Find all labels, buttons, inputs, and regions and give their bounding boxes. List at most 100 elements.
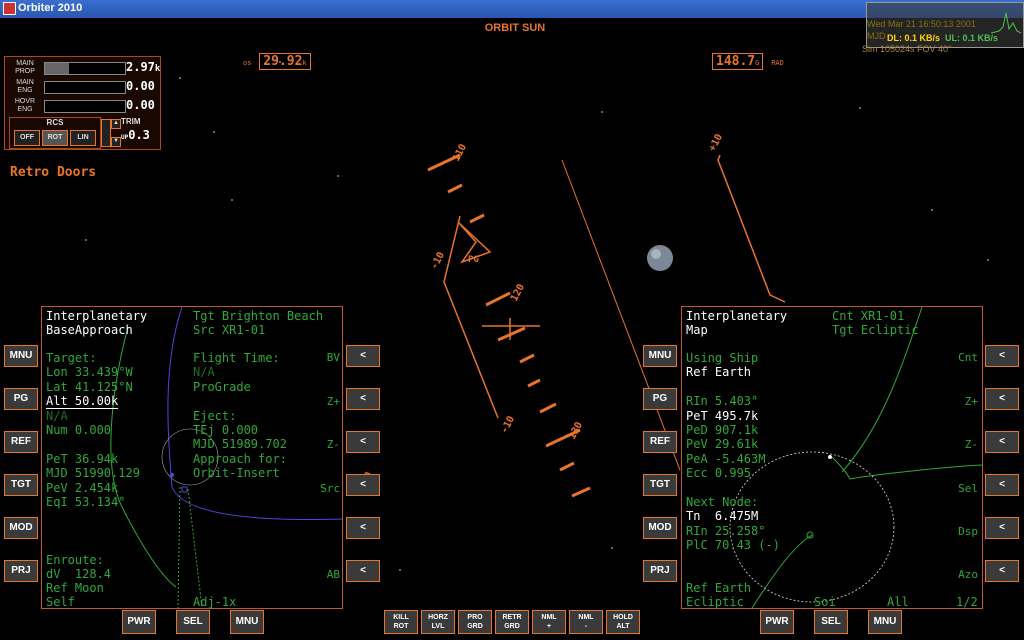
right-mfd-tgt-button[interactable]: TGT	[643, 474, 677, 496]
left-mfd-mnu-button[interactable]: MNU	[4, 345, 38, 367]
ladder-label: 110	[451, 142, 469, 163]
left-mfd-sel-button[interactable]: SEL	[176, 610, 210, 634]
trim-control: ▲ ▼ TRIM UP0.3	[101, 117, 157, 147]
autopilot-retr-grd-button[interactable]: RETR GRD	[495, 610, 529, 634]
ladder-bar	[447, 183, 463, 194]
right-mfd-softkey-6[interactable]: <	[985, 560, 1019, 582]
ladder-bar	[469, 213, 485, 224]
right-mfd-param-line: Tn 6.475M	[686, 509, 759, 524]
left-mfd-softkey-3[interactable]: <	[346, 431, 380, 453]
left-mfd-target-line: Lat 41.125°N	[46, 379, 133, 394]
network-overlay: Wed Mar 21 16:50:13 2001 MJD DL: 0.1 KB/…	[866, 2, 1024, 48]
right-mfd-ref-button[interactable]: REF	[643, 431, 677, 453]
right-mfd-param-line: PeA -5.463M	[686, 451, 766, 466]
left-mfd-mod-button[interactable]: MOD	[4, 517, 38, 539]
left-mfd-target-line: Alt 50.00k	[46, 394, 119, 410]
autopilot-pro-grd-button[interactable]: PRO GRD	[458, 610, 492, 634]
left-mfd-target-line: N/A	[46, 408, 68, 423]
right-mfd-softkey-5[interactable]: <	[985, 517, 1019, 539]
left-mfd-target-line: EqI 53.134°	[46, 495, 126, 509]
left-mfd-ref-button[interactable]: REF	[4, 431, 38, 453]
trim-slider[interactable]	[101, 119, 111, 147]
hud-mode-label: ORBIT SUN	[484, 22, 546, 34]
right-mfd-param-line: RIn 5.403°	[686, 394, 759, 409]
ladder-bar	[519, 353, 535, 364]
right-mfd-param-line: PeV 29.61k	[686, 437, 759, 452]
main-prop-row: MAIN PROP 2.97k	[15, 60, 161, 75]
right-mfd-softkey-2[interactable]: <	[985, 388, 1019, 410]
right-mfd: Interplanetary Map Cnt XR1-01 Tgt Eclipt…	[681, 306, 983, 609]
left-mfd-softkey-5[interactable]: <	[346, 517, 380, 539]
right-mfd-softkey-1[interactable]: <	[985, 345, 1019, 367]
left-mfd-softkey-6[interactable]: <	[346, 560, 380, 582]
right-mfd-prj-button[interactable]: PRJ	[643, 560, 677, 582]
autopilot-kill-rot-button[interactable]: KILL ROT	[384, 610, 418, 634]
left-mfd-pg-button[interactable]: PG	[4, 388, 38, 410]
trim-up-arrow-icon[interactable]: ▲	[111, 119, 121, 129]
left-mfd: Interplanetary BaseApproach Tgt Brighton…	[41, 306, 343, 609]
pg-label: PG	[468, 255, 479, 265]
right-mfd-softkey-4[interactable]: <	[985, 474, 1019, 496]
left-mfd-flight-line: N/A	[193, 365, 215, 380]
right-mfd-param-line: Using Ship	[686, 351, 759, 365]
autopilot-nml---button[interactable]: NML -	[569, 610, 603, 634]
right-mfd-param-line: PeD 907.1k	[686, 423, 759, 437]
left-mfd-pwr-button[interactable]: PWR	[122, 610, 156, 634]
rcs-lin-button[interactable]: LIN	[70, 130, 96, 146]
ladder-bar	[559, 461, 575, 472]
sim-info-ghost: Sim 105024s FOV 40°	[862, 44, 952, 54]
left-mfd-target-line: PeV 2.454k	[46, 480, 119, 495]
left-mfd-target-line: PeT 36.94k	[46, 451, 119, 466]
net-graph-icon	[991, 12, 1021, 34]
hovr-eng-row: HOVR ENG 0.00	[14, 98, 155, 113]
rcs-off-button[interactable]: OFF	[14, 130, 40, 146]
autopilot-horz-lvl-button[interactable]: HORZ LVL	[421, 610, 455, 634]
left-mfd-softkey-2[interactable]: <	[346, 388, 380, 410]
right-mfd-pwr-button[interactable]: PWR	[760, 610, 794, 634]
main-eng-gauge	[44, 81, 126, 94]
right-mfd-mnu-button[interactable]: MNU	[643, 345, 677, 367]
hovr-eng-gauge	[44, 100, 126, 113]
ladder-bar	[539, 402, 557, 414]
status-message: Retro Doors	[10, 165, 97, 180]
left-mfd-softkey-1[interactable]: <	[346, 345, 380, 367]
left-mfd-target-line: Target:	[46, 351, 97, 365]
left-mfd-flight-line: TEj 0.000	[193, 423, 259, 437]
moon-highlight	[651, 249, 661, 259]
ladder-label: -10	[499, 414, 517, 435]
left-mfd-flight-line: Eject:	[193, 408, 237, 423]
left-mfd-menu-button[interactable]: MNU	[230, 610, 264, 634]
rcs-rot-button[interactable]: ROT	[42, 130, 68, 146]
ladder-label: +10	[707, 132, 725, 153]
left-mfd-softkey-4[interactable]: <	[346, 474, 380, 496]
left-mfd-target-line: MJD 51990.129	[46, 466, 140, 481]
right-mfd-softkey-3[interactable]: <	[985, 431, 1019, 453]
right-mfd-param-line: PlC 70.43 (-)	[686, 538, 780, 553]
left-mfd-flight-line: Orbit-Insert	[193, 466, 280, 481]
autopilot-hold-alt-button[interactable]: HOLD ALT	[606, 610, 640, 634]
left-mfd-flight-line: MJD 51989.702	[193, 437, 287, 452]
right-mfd-mod-button[interactable]: MOD	[643, 517, 677, 539]
autopilot-nml--button[interactable]: NML +	[532, 610, 566, 634]
ladder-label: 120	[509, 282, 527, 303]
ladder-bar	[571, 486, 591, 498]
left-mfd-prj-button[interactable]: PRJ	[4, 560, 38, 582]
radius-readout: 148.7G RAD	[712, 53, 784, 70]
orbital-speed-readout: os 29.92k	[243, 53, 311, 70]
left-mfd-tgt-button[interactable]: TGT	[4, 474, 38, 496]
left-mfd-target-line: Num 0.000	[46, 423, 112, 437]
right-mfd-pg-button[interactable]: PG	[643, 388, 677, 410]
trim-down-arrow-icon[interactable]: ▼	[111, 137, 121, 147]
right-mfd-sel-button[interactable]: SEL	[814, 610, 848, 634]
ladder-bar	[527, 378, 541, 388]
main-eng-row: MAIN ENG 0.00	[16, 79, 155, 94]
left-mfd-target-line: Lon 33.439°W	[46, 365, 133, 380]
right-mfd-menu-button[interactable]: MNU	[868, 610, 902, 634]
ladder-label: 130	[567, 420, 585, 441]
right-mfd-param-line: Ref Earth	[686, 365, 752, 380]
left-mfd-flight-line: ProGrade	[193, 379, 251, 394]
ladder-bar	[497, 326, 526, 342]
left-mfd-flight-line: Approach for:	[193, 451, 287, 466]
right-mfd-param-line: RIn 25.258°	[686, 523, 766, 538]
right-mfd-param-line: Next Node:	[686, 495, 759, 509]
